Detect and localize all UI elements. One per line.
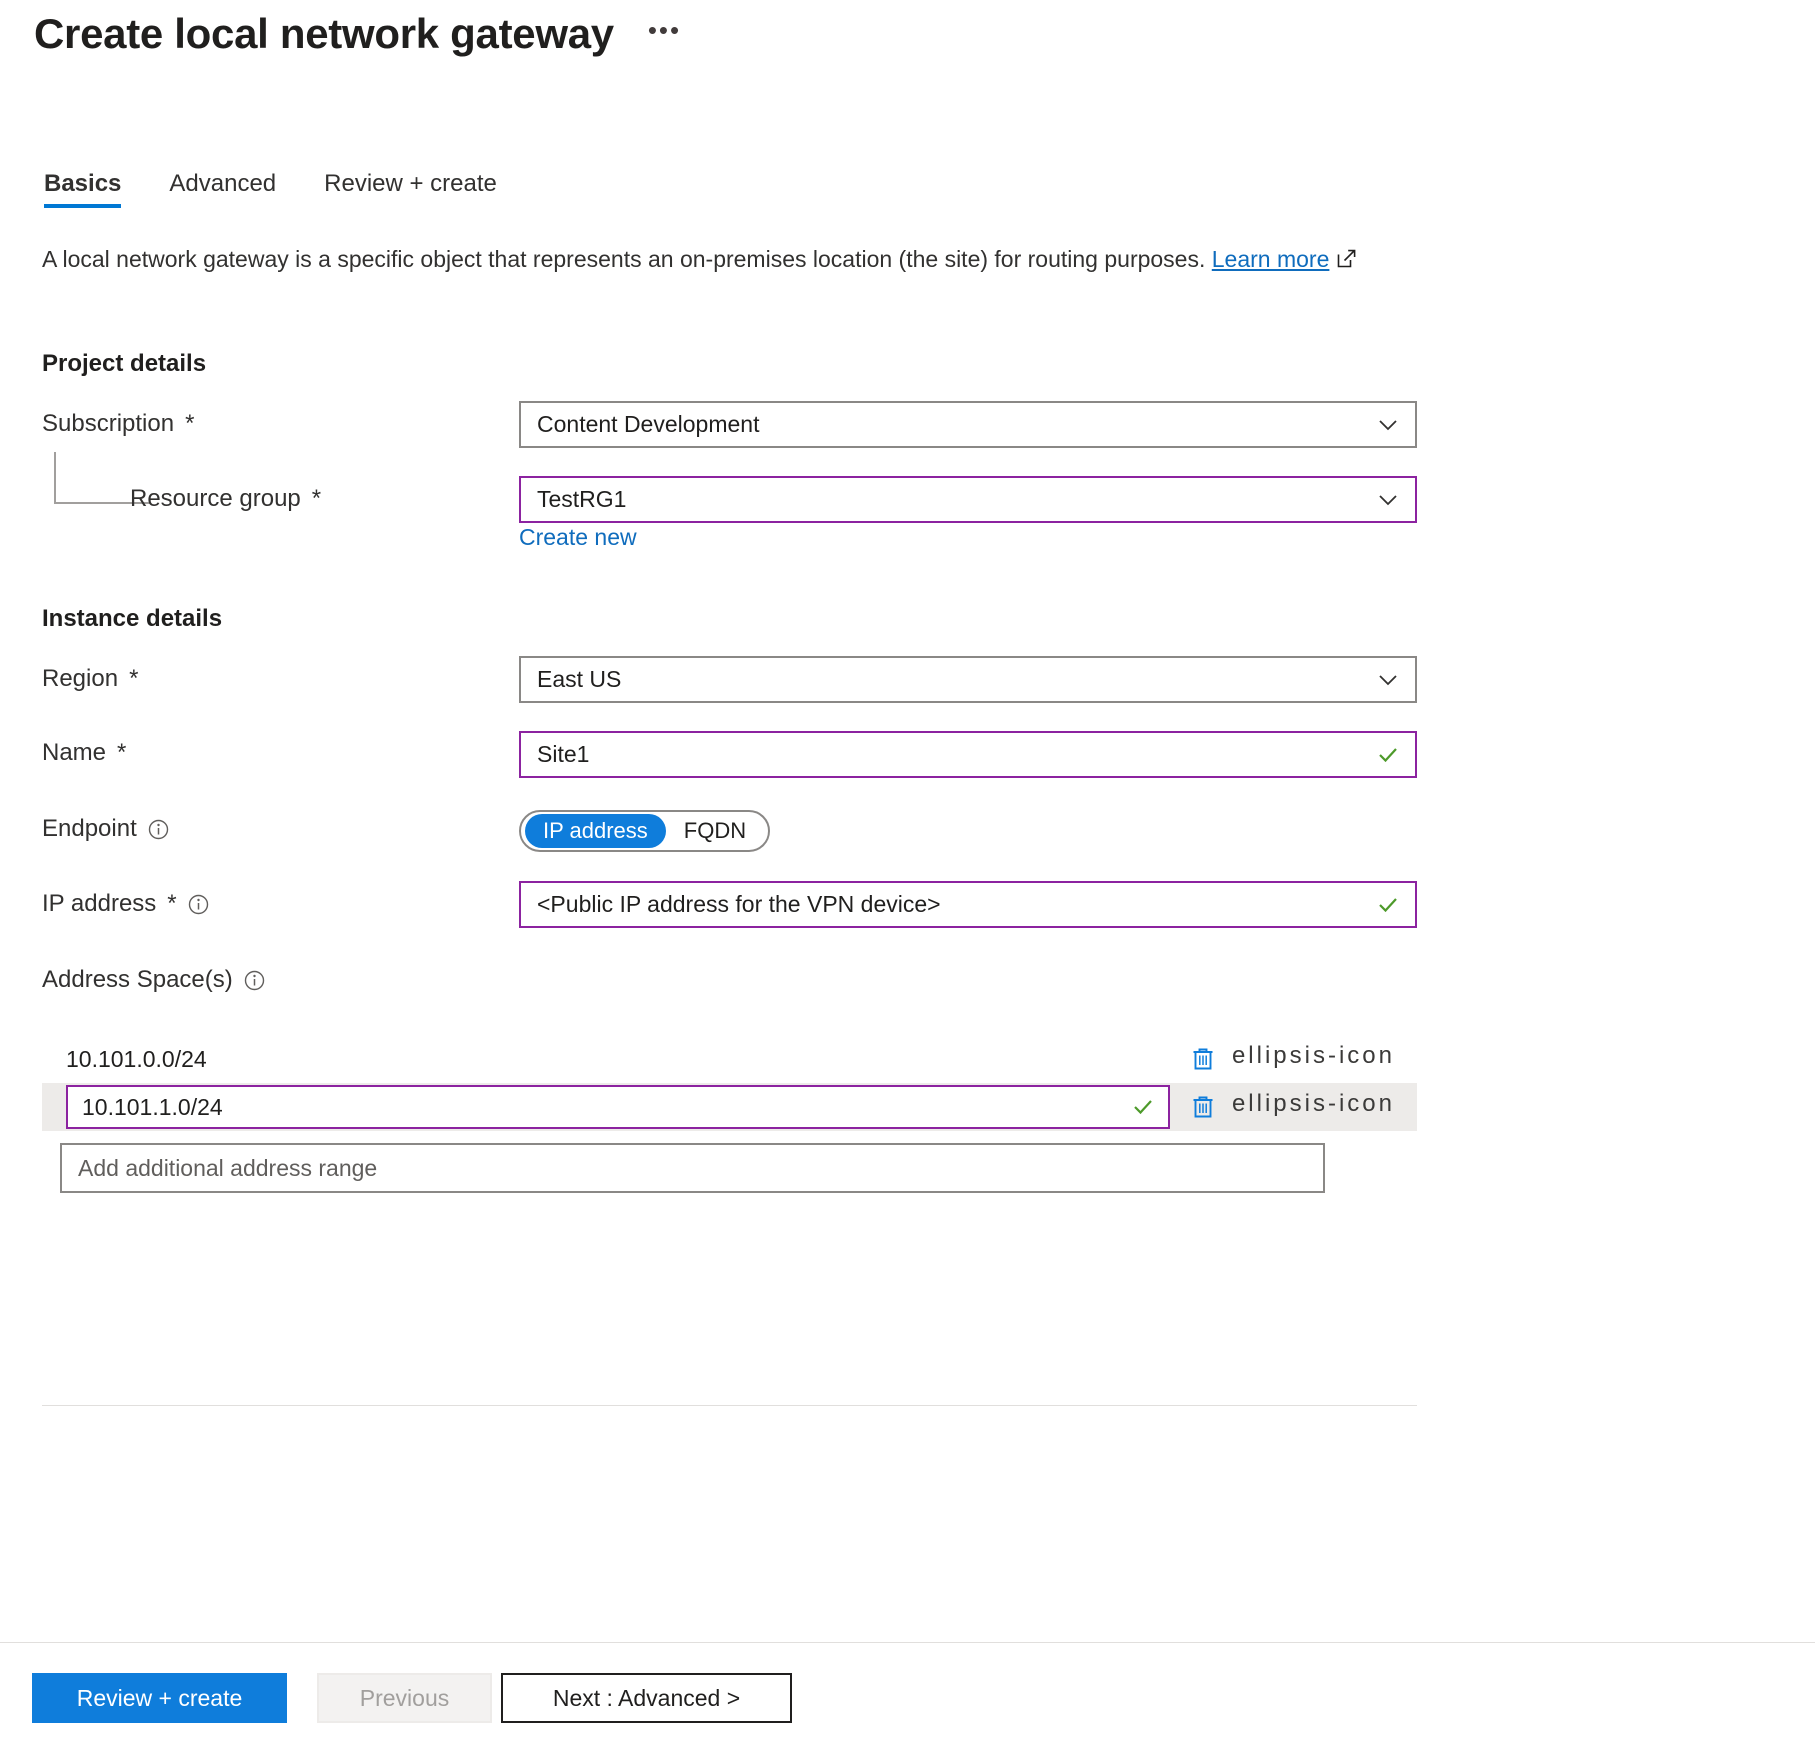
previous-button: Previous bbox=[317, 1673, 492, 1723]
chevron-down-icon bbox=[1375, 487, 1401, 513]
region-dropdown[interactable]: East US bbox=[519, 656, 1417, 703]
intro-text: A local network gateway is a specific ob… bbox=[42, 246, 1212, 272]
endpoint-label-text: Endpoint bbox=[42, 815, 137, 842]
ip-address-value: <Public IP address for the VPN device> bbox=[537, 891, 941, 917]
subscription-dropdown[interactable]: Content Development bbox=[519, 401, 1417, 448]
tab-advanced[interactable]: Advanced bbox=[145, 166, 300, 212]
ellipsis-icon[interactable]: ellipsis-icon bbox=[1232, 1044, 1395, 1074]
chevron-down-icon bbox=[1375, 412, 1401, 438]
checkmark-icon bbox=[1375, 892, 1401, 918]
table-row[interactable]: 10.101.1.0/24 ellipsis-icon bbox=[42, 1083, 1417, 1131]
subscription-label-text: Subscription bbox=[42, 410, 175, 437]
resource-group-value: TestRG1 bbox=[537, 486, 627, 512]
name-input[interactable]: Site1 bbox=[519, 731, 1417, 778]
page-header: Create local network gateway ••• bbox=[34, 10, 685, 58]
endpoint-label: Endpoint bbox=[42, 815, 169, 843]
address-spaces-label: Address Space(s) bbox=[42, 966, 265, 994]
info-icon[interactable] bbox=[188, 894, 209, 915]
required-asterisk: * bbox=[311, 485, 322, 512]
chevron-down-icon bbox=[1375, 667, 1401, 693]
next-advanced-button[interactable]: Next : Advanced > bbox=[501, 1673, 792, 1723]
subscription-label: Subscription * bbox=[42, 410, 194, 438]
table-row[interactable]: 10.101.0.0/24 ellipsis-icon bbox=[42, 1035, 1417, 1083]
tab-basics[interactable]: Basics bbox=[40, 166, 145, 212]
endpoint-option-ip-address[interactable]: IP address bbox=[525, 814, 666, 848]
ellipsis-icon[interactable]: ellipsis-icon bbox=[1232, 1092, 1395, 1122]
info-icon[interactable] bbox=[244, 970, 265, 991]
ip-address-label: IP address * bbox=[42, 890, 209, 918]
resource-group-label: Resource group * bbox=[130, 485, 321, 513]
ip-address-input[interactable]: <Public IP address for the VPN device> bbox=[519, 881, 1417, 928]
ip-address-label-text: IP address bbox=[42, 890, 157, 917]
address-range-value: 10.101.0.0/24 bbox=[66, 1045, 207, 1072]
trash-icon[interactable] bbox=[1188, 1092, 1218, 1122]
address-range-value: 10.101.1.0/24 bbox=[82, 1093, 223, 1120]
review-create-button[interactable]: Review + create bbox=[32, 1673, 287, 1723]
subscription-value: Content Development bbox=[537, 411, 760, 437]
footer-divider bbox=[0, 1642, 1815, 1643]
section-divider bbox=[42, 1405, 1417, 1406]
region-label-text: Region bbox=[42, 665, 119, 692]
required-asterisk: * bbox=[129, 665, 139, 692]
address-range-input[interactable]: 10.101.1.0/24 bbox=[66, 1085, 1170, 1129]
address-spaces-label-text: Address Space(s) bbox=[42, 966, 233, 993]
row-actions: ellipsis-icon bbox=[1176, 1044, 1417, 1074]
required-asterisk: * bbox=[185, 410, 195, 437]
name-label: Name * bbox=[42, 739, 126, 767]
add-address-range-input[interactable]: Add additional address range bbox=[60, 1143, 1325, 1193]
more-menu-button[interactable]: ••• bbox=[644, 11, 685, 57]
page-title: Create local network gateway bbox=[34, 10, 614, 57]
project-details-heading: Project details bbox=[42, 350, 207, 377]
address-space-list: 10.101.0.0/24 ellipsis-icon 10.101.1.0/2… bbox=[42, 1035, 1417, 1193]
external-link-icon bbox=[1337, 249, 1356, 268]
tab-bar: Basics Advanced Review + create bbox=[40, 166, 521, 212]
endpoint-option-fqdn[interactable]: FQDN bbox=[666, 814, 764, 848]
name-value: Site1 bbox=[537, 741, 590, 767]
trash-icon[interactable] bbox=[1188, 1044, 1218, 1074]
region-label: Region * bbox=[42, 665, 138, 693]
learn-more-link[interactable]: Learn more bbox=[1212, 246, 1330, 272]
footer-actions: Review + create Previous Next : Advanced… bbox=[32, 1673, 792, 1723]
region-value: East US bbox=[537, 666, 622, 692]
row-actions: ellipsis-icon bbox=[1176, 1092, 1417, 1122]
create-new-resource-group-link[interactable]: Create new bbox=[519, 524, 637, 551]
required-asterisk: * bbox=[117, 739, 127, 766]
resource-group-label-text: Resource group bbox=[130, 485, 301, 512]
checkmark-icon bbox=[1375, 742, 1401, 768]
intro-description: A local network gateway is a specific ob… bbox=[42, 243, 1392, 276]
tab-review-create[interactable]: Review + create bbox=[300, 166, 521, 212]
endpoint-toggle-group: IP address FQDN bbox=[519, 810, 771, 852]
checkmark-icon bbox=[1130, 1094, 1156, 1120]
info-icon[interactable] bbox=[148, 819, 169, 840]
name-label-text: Name bbox=[42, 739, 107, 766]
instance-details-heading: Instance details bbox=[42, 605, 223, 632]
required-asterisk: * bbox=[167, 890, 177, 917]
resource-group-dropdown[interactable]: TestRG1 bbox=[519, 476, 1417, 523]
